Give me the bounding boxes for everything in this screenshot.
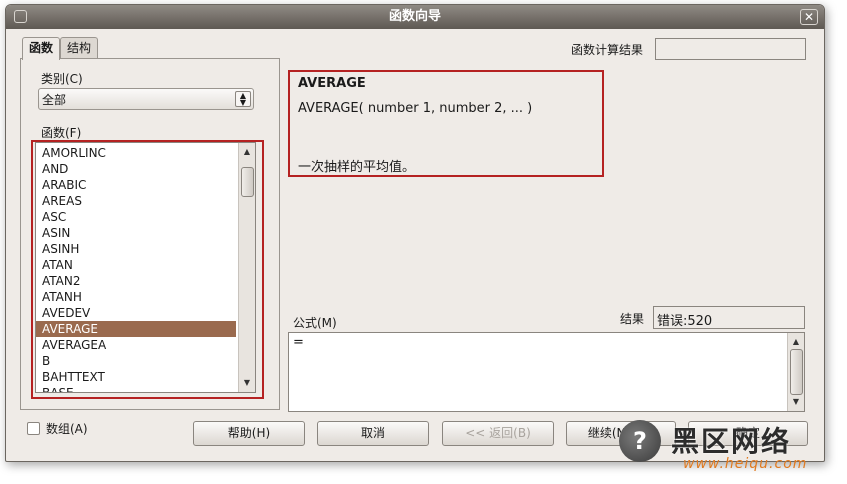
tab-structure[interactable]: 结构 [60,37,99,58]
category-label: 类别(C) [41,72,83,86]
result-value: 错误:520 [657,314,713,329]
spin-arrows-icon[interactable]: ▲ ▼ [235,91,251,107]
formula-scrollbar[interactable]: ▲ ▼ [787,333,804,411]
formula-scroll-thumb[interactable] [790,349,803,395]
formula-scroll-up-icon[interactable]: ▲ [788,335,804,349]
result-label: 结果 [620,312,645,326]
list-highlight-frame [31,140,264,399]
formula-label: 公式(M) [293,316,337,330]
watermark-url: www.heiqu.com [683,456,808,472]
formula-scroll-down-icon[interactable]: ▼ [788,395,804,409]
result-field: 错误:520 [653,306,805,329]
window-title: 函数向导 [388,9,441,24]
category-select[interactable]: 全部 ▲ ▼ [38,88,254,110]
array-label: 数组(A) [46,422,88,436]
formula-text[interactable]: = [293,335,304,350]
tab-functions[interactable]: 函数 [22,37,61,60]
close-icon[interactable]: ✕ [800,9,818,25]
description-highlight-frame [288,70,604,177]
category-selected-value: 全部 [42,93,67,107]
functions-label: 函数(F) [41,126,82,140]
watermark-name: 黑区网络 [671,425,792,458]
help-button[interactable]: 帮助(H) [193,421,305,446]
window-menu-icon[interactable] [14,10,27,23]
title-bar: 函数向导 ✕ [6,5,824,29]
watermark: ? 黑区网络 www.heiqu.com [613,418,847,484]
array-checkbox[interactable] [27,422,40,435]
back-button[interactable]: << 返回(B) [442,421,554,446]
function-result-label: 函数计算结果 [571,43,644,57]
function-result-field [655,38,806,60]
cancel-button[interactable]: 取消 [317,421,429,446]
formula-editor[interactable]: = ▲ ▼ [288,332,805,412]
watermark-logo-icon: ? [619,420,661,462]
